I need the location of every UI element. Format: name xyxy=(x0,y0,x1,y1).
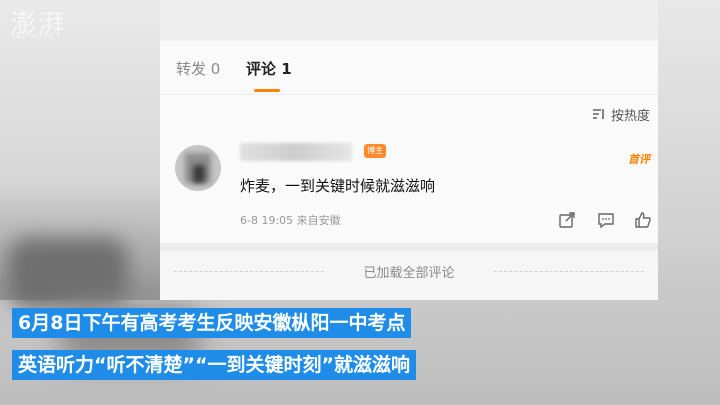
tab-bar: 转发 0 评论 1 赞 8 xyxy=(160,42,658,121)
sort-by-hot-button[interactable]: 按热度 xyxy=(611,105,650,124)
sort-icon[interactable] xyxy=(592,107,606,121)
like-icon[interactable] xyxy=(634,211,652,229)
dashed-line xyxy=(494,271,644,272)
watermark-logo: 澎湃 THE PAPER xyxy=(10,4,100,42)
panel-top-gap xyxy=(160,0,658,40)
username-blurred[interactable] xyxy=(240,143,352,161)
comment-text: 炸麦，一到关键时候就滋滋响 xyxy=(240,177,436,195)
subtitle-line-1: 6月8日下午有高考考生反映安徽枞阳一中考点 xyxy=(12,308,412,338)
avatar[interactable] xyxy=(175,145,221,191)
divider xyxy=(160,243,658,251)
watermark-subtext: THE PAPER xyxy=(12,34,54,41)
active-tab-indicator xyxy=(254,89,280,92)
background-blur xyxy=(8,238,128,308)
comment-item: 博主 首评 炸麦，一到关键时候就滋滋响 6-8 19:05 来自安徽 xyxy=(160,133,658,243)
subtitle-line-2: 英语听力“听不清楚”“一到关键时刻”就滋滋响 xyxy=(12,350,416,380)
comment-meta: 6-8 19:05 来自安徽 xyxy=(240,214,341,227)
comment-panel: 转发 0 评论 1 赞 8 按热度 博主 首评 炸麦，一到关键时候就滋滋响 6-… xyxy=(160,0,658,300)
share-icon[interactable] xyxy=(558,211,576,229)
all-comments-loaded: 已加载全部评论 xyxy=(160,251,658,291)
author-badge: 博主 xyxy=(364,144,386,158)
tab-comment[interactable]: 评论 1 xyxy=(246,58,292,79)
tab-repost[interactable]: 转发 0 xyxy=(176,58,220,79)
sort-row: 按热度 xyxy=(160,95,658,133)
comment-icon[interactable] xyxy=(597,211,615,229)
first-comment-label: 首评 xyxy=(628,153,650,166)
